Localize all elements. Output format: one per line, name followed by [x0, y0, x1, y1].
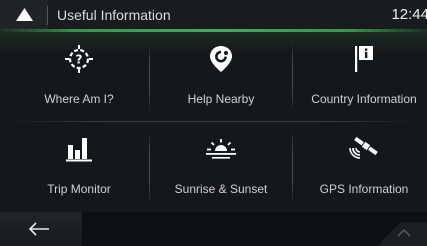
more-button[interactable] [377, 212, 427, 246]
location-question-icon: ? [65, 45, 93, 73]
country-information-label: Country Information [311, 92, 417, 106]
gps-information-label: GPS Information [319, 182, 409, 196]
bar-chart-icon [66, 138, 92, 162]
where-am-i-label: Where Am I? [44, 92, 114, 106]
triangle-up-icon [16, 8, 33, 21]
back-to-menu-button[interactable] [0, 0, 48, 30]
arrow-left-icon [28, 222, 49, 236]
back-button[interactable] [0, 212, 82, 246]
useful-information-screen: Useful Information 12:44 ? Where Am I? H… [0, 0, 427, 246]
help-nearby-label: Help Nearby [187, 92, 255, 106]
clock: 12:44 [391, 6, 427, 23]
header-divider [47, 6, 48, 25]
bottom-bar [0, 212, 427, 246]
help-nearby-button[interactable]: Help Nearby [150, 32, 292, 120]
sunrise-sunset-button[interactable]: Sunrise & Sunset [150, 122, 292, 210]
trip-monitor-label: Trip Monitor [47, 182, 111, 196]
info-menu-grid: ? Where Am I? Help Nearby Country Inform… [0, 32, 427, 212]
help-pin-icon [210, 46, 232, 72]
gps-information-button[interactable]: GPS Information [293, 122, 427, 210]
satellite-icon [349, 136, 378, 159]
info-flag-icon [355, 46, 373, 72]
sunrise-sunset-label: Sunrise & Sunset [174, 182, 268, 196]
country-information-button[interactable]: Country Information [293, 32, 427, 120]
page-title: Useful Information [57, 7, 171, 23]
where-am-i-button[interactable]: ? Where Am I? [8, 32, 150, 120]
svg-text:?: ? [76, 53, 83, 67]
trip-monitor-button[interactable]: Trip Monitor [8, 122, 150, 210]
chevron-up-icon [377, 222, 427, 246]
header-bar: Useful Information 12:44 [0, 0, 427, 30]
sunrise-icon [206, 139, 236, 159]
